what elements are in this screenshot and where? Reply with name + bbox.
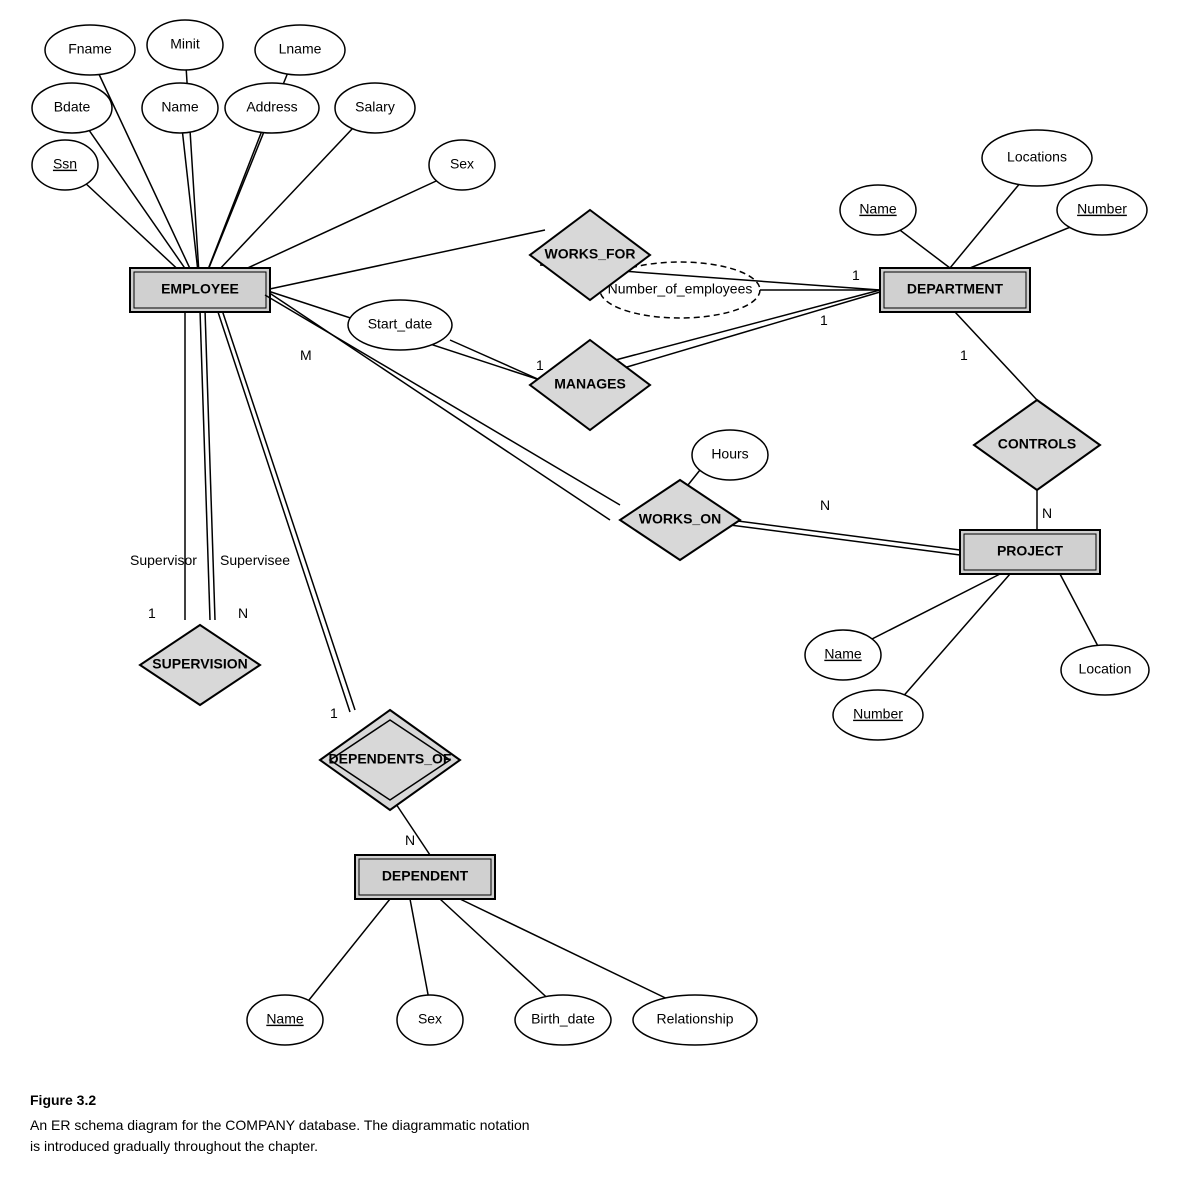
supervision-1: 1 <box>148 605 156 621</box>
manages-rel: MANAGES <box>554 376 626 392</box>
project-entity: PROJECT <box>997 543 1064 559</box>
birth-date-label: Birth_date <box>531 1011 595 1027</box>
caption-line2: is introduced gradually throughout the c… <box>30 1136 1171 1157</box>
controls-n: N <box>1042 505 1052 521</box>
supervision-n: N <box>238 605 248 621</box>
address-label: Address <box>246 99 297 115</box>
caption-line1: An ER schema diagram for the COMPANY dat… <box>30 1115 1171 1136</box>
bdate-label: Bdate <box>54 99 91 115</box>
works-on-rel: WORKS_ON <box>639 511 721 527</box>
dependents-of-n: N <box>405 832 415 848</box>
proj-name-label: Name <box>824 646 862 662</box>
manages-1-right: 1 <box>820 312 828 328</box>
figure-caption: Figure 3.2 An ER schema diagram for the … <box>0 1080 1201 1177</box>
dependents-of-1: 1 <box>330 705 338 721</box>
supervisee-label: Supervisee <box>220 552 290 568</box>
works-on-n: N <box>820 497 830 513</box>
supervision-rel: SUPERVISION <box>152 656 247 672</box>
hours-label: Hours <box>711 446 748 462</box>
controls-1: 1 <box>960 347 968 363</box>
dept-number-label: Number <box>1077 201 1127 217</box>
works-on-m: M <box>300 347 312 363</box>
location-label: Location <box>1079 661 1132 677</box>
supervisor-label: Supervisor <box>130 552 197 568</box>
dependent-entity: DEPENDENT <box>382 868 469 884</box>
figure-title: Figure 3.2 <box>30 1090 1171 1111</box>
department-entity: DEPARTMENT <box>907 281 1004 297</box>
dept-name-label: Name <box>859 201 897 217</box>
minit-label: Minit <box>170 36 200 52</box>
works-for-rel: WORKS_FOR <box>545 246 636 262</box>
num-employees-label: Number_of_employees <box>608 281 753 297</box>
dependents-of-rel: DEPENDENTS_OF <box>329 751 452 767</box>
employee-entity: EMPLOYEE <box>161 281 239 297</box>
ssn-label: Ssn <box>53 156 77 172</box>
salary-label: Salary <box>355 99 395 115</box>
lname-label: Lname <box>279 41 322 57</box>
manages-1-left: 1 <box>536 357 544 373</box>
sex-emp-label: Sex <box>450 156 474 172</box>
emp-name-label: Name <box>161 99 199 115</box>
controls-rel: CONTROLS <box>998 436 1077 452</box>
locations-label: Locations <box>1007 149 1067 165</box>
fname-label: Fname <box>68 41 112 57</box>
works-for-1: 1 <box>852 267 860 283</box>
dep-sex-label: Sex <box>418 1011 442 1027</box>
er-diagram: .entity-rect { fill: #d0d0d0; stroke: #0… <box>0 0 1201 1080</box>
proj-number-label: Number <box>853 706 903 722</box>
dep-name-label: Name <box>266 1011 304 1027</box>
start-date-label: Start_date <box>368 316 433 332</box>
relationship-label: Relationship <box>656 1011 733 1027</box>
